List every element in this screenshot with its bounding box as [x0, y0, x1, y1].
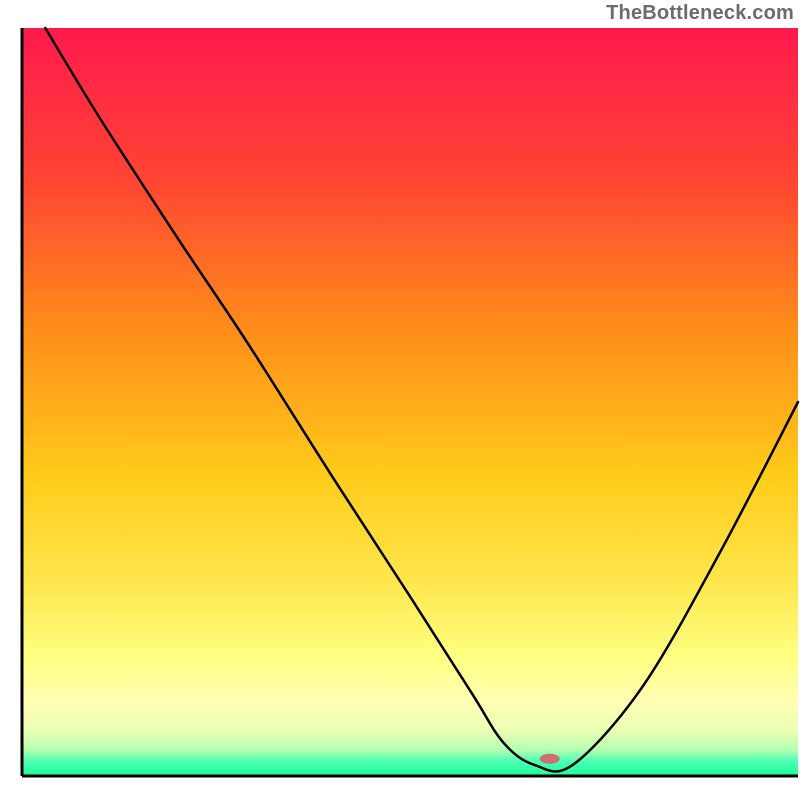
chart-svg [0, 0, 800, 800]
optimal-marker [540, 754, 560, 764]
watermark-text: TheBottleneck.com [606, 2, 794, 25]
bottleneck-chart: TheBottleneck.com [0, 0, 800, 800]
plot-background [22, 28, 798, 776]
